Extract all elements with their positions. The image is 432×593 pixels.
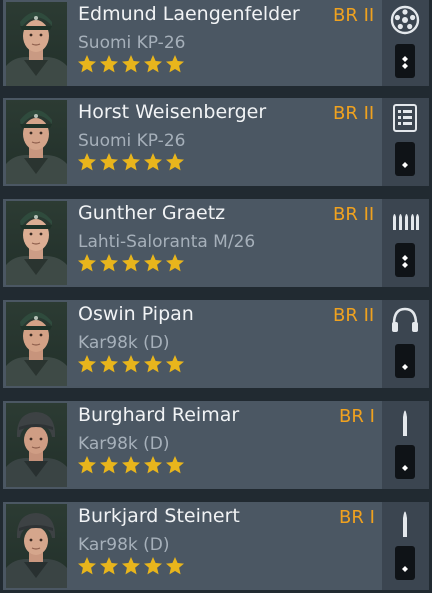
star-icon (144, 456, 162, 474)
soldier-card[interactable]: Edmund Laengenfelder Suomi KP-26 BR II (3, 0, 429, 86)
rank-badge (395, 344, 415, 378)
soldier-card[interactable]: Gunther Graetz Lahti-Saloranta M/26 BR I… (3, 199, 429, 287)
star-icon (144, 55, 162, 73)
star-icon (122, 153, 140, 171)
star-icon (166, 55, 184, 73)
battle-rating: BR I (339, 507, 375, 528)
star-icon (122, 254, 140, 272)
rank-badge (395, 142, 415, 176)
star-icon (100, 254, 118, 272)
battle-rating: BR II (333, 5, 375, 26)
soldier-weapon: Kar98k (D) (78, 434, 170, 454)
rank-badge (395, 243, 415, 277)
star-icon (100, 153, 118, 171)
battle-rating: BR I (339, 406, 375, 427)
star-icon (122, 456, 140, 474)
star-icon (166, 456, 184, 474)
soldier-card[interactable]: Horst Weisenberger Suomi KP-26 BR II (3, 98, 429, 186)
star-icon (78, 254, 96, 272)
soldier-portrait (6, 302, 67, 386)
star-icon (144, 355, 162, 373)
radio-operator-list-icon (393, 104, 417, 132)
battle-rating: BR II (333, 305, 375, 326)
soldier-list: Edmund Laengenfelder Suomi KP-26 BR II H… (0, 0, 432, 593)
class-rank-panel (382, 502, 429, 590)
soldier-card[interactable]: Burkjard Steinert Kar98k (D) BR I (3, 502, 429, 590)
rank-badge (395, 44, 415, 78)
star-icon (122, 355, 140, 373)
assaulter-drum-icon (390, 5, 420, 35)
star-rating (77, 253, 185, 275)
rifleman-bullet-icon (403, 511, 407, 537)
star-icon (122, 557, 140, 575)
star-icon (166, 153, 184, 171)
star-icon (78, 355, 96, 373)
soldier-weapon: Kar98k (D) (78, 333, 170, 353)
soldier-card[interactable]: Oswin Pipan Kar98k (D) BR II (3, 300, 429, 388)
soldier-name: Gunther Graetz (78, 202, 226, 224)
star-icon (166, 355, 184, 373)
star-rating (77, 455, 185, 477)
star-icon (166, 557, 184, 575)
class-rank-panel (382, 199, 429, 287)
star-rating (77, 54, 185, 76)
class-rank-panel (382, 0, 429, 86)
star-icon (100, 55, 118, 73)
rifleman-bullet-icon (403, 410, 407, 436)
soldier-weapon: Lahti-Saloranta M/26 (78, 232, 256, 252)
soldier-card[interactable]: Burghard Reimar Kar98k (D) BR I (3, 401, 429, 489)
star-icon (100, 557, 118, 575)
soldier-name: Oswin Pipan (78, 303, 194, 325)
soldier-name: Burghard Reimar (78, 404, 240, 426)
battle-rating: BR II (333, 204, 375, 225)
soldier-weapon: Kar98k (D) (78, 535, 170, 555)
star-icon (100, 456, 118, 474)
soldier-weapon: Suomi KP-26 (78, 33, 186, 53)
soldier-name: Edmund Laengenfelder (78, 3, 300, 25)
star-icon (78, 153, 96, 171)
soldier-name: Burkjard Steinert (78, 505, 240, 527)
star-icon (78, 456, 96, 474)
class-rank-panel (382, 401, 429, 489)
soldier-name: Horst Weisenberger (78, 101, 267, 123)
battle-rating: BR II (333, 103, 375, 124)
class-rank-panel (382, 98, 429, 186)
star-icon (78, 55, 96, 73)
soldier-portrait (6, 2, 67, 86)
rank-badge (395, 546, 415, 580)
machine-gunner-ammo-icon (393, 214, 419, 230)
star-icon (78, 557, 96, 575)
soldier-weapon: Suomi KP-26 (78, 131, 186, 151)
star-rating (77, 556, 185, 578)
soldier-portrait (6, 504, 67, 588)
headphones-icon (392, 307, 418, 332)
star-icon (100, 355, 118, 373)
star-rating (77, 354, 185, 376)
rank-badge (395, 445, 415, 479)
star-icon (122, 55, 140, 73)
class-rank-panel (382, 300, 429, 388)
soldier-portrait (6, 403, 67, 487)
soldier-portrait (6, 100, 67, 184)
star-icon (166, 254, 184, 272)
star-icon (144, 254, 162, 272)
soldier-portrait (6, 201, 67, 285)
star-rating (77, 152, 185, 174)
star-icon (144, 153, 162, 171)
star-icon (144, 557, 162, 575)
